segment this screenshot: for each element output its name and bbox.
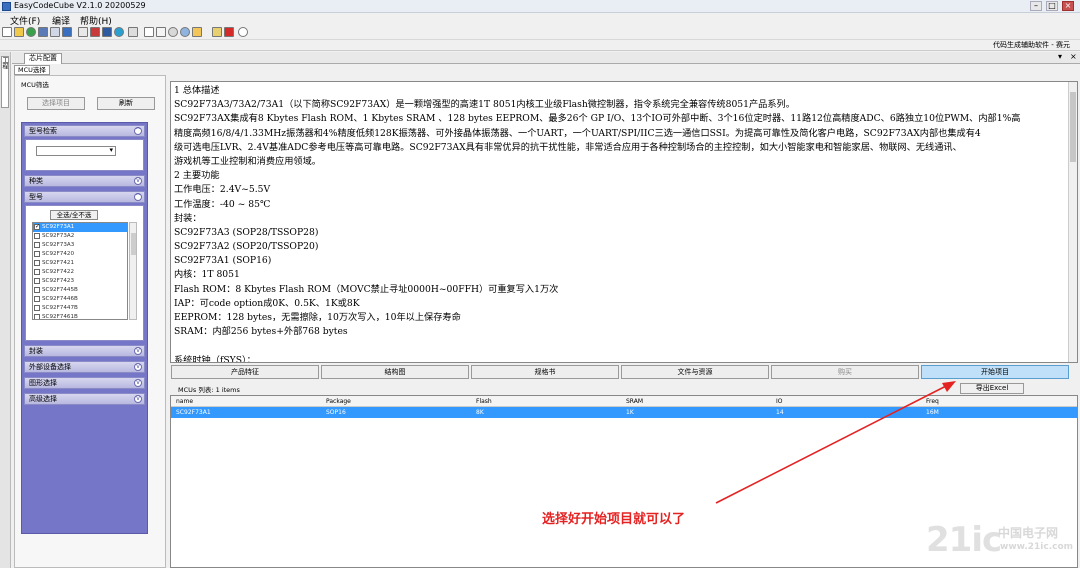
arrow-line [715,383,951,504]
watermark-site: 中国电子网 [998,526,1059,540]
watermark-url: www.21ic.com [1000,542,1074,552]
annotation-text: 选择好开始项目就可以了 [542,512,686,527]
watermark-logo: 21ic [926,520,1002,560]
arrow-head [942,381,956,392]
watermark: 21ic 中国电子网 www.21ic.com [926,520,1076,564]
annotation-arrow [715,381,956,504]
